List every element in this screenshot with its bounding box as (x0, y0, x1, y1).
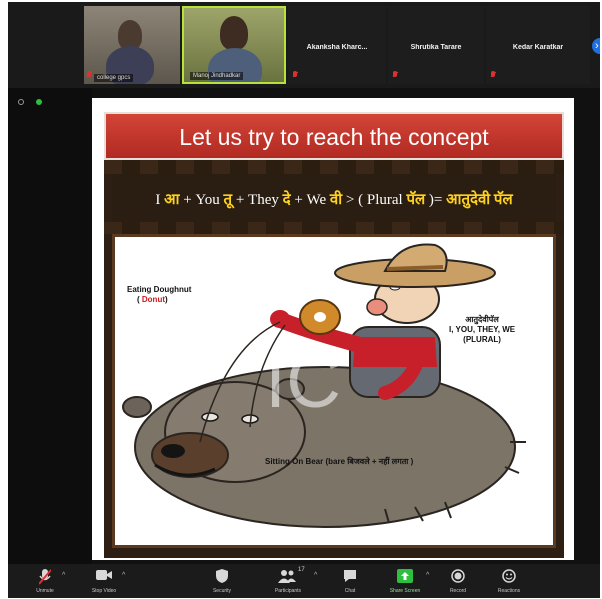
slide-title-bar: Let us try to reach the concept (104, 112, 564, 160)
video-camera-icon (96, 570, 112, 580)
participants-count: 17 (298, 567, 305, 573)
annotation-eating: Eating Doughnut ( Donut) (127, 285, 191, 305)
watermark-logo: IC (265, 339, 341, 424)
chat-bubble-icon (344, 570, 356, 582)
chat-button[interactable]: Chat (336, 564, 364, 598)
shield-icon (216, 569, 228, 583)
wood-panel (104, 160, 564, 174)
annotation-plural-line: आतुदेवीपॅल (465, 315, 499, 324)
annotation-sitting: Sitting On Bear (bare बिजवले + नहीं लगता… (265, 457, 413, 467)
participants-button[interactable]: 17 Participants (268, 564, 308, 598)
muted-mic-icon (86, 71, 92, 80)
muted-microphone-icon (39, 569, 51, 585)
participant-tile[interactable]: Shrutika Tarare (388, 6, 484, 84)
share-screen-button[interactable]: Share Screen (388, 564, 422, 598)
stop-video-button[interactable]: Stop Video (88, 564, 120, 598)
shared-screen: Let us try to reach the concept I आ + Yo… (92, 98, 574, 560)
meeting-toolbar: Unmute ^ Stop Video ^ Security 17 Partic… (8, 564, 600, 598)
cowboy-bear-drawing: IC (122, 243, 526, 528)
pronoun-formula: I आ + You तू + They दे + We वी > ( Plura… (112, 189, 556, 209)
annotation-eating-close: ) (165, 295, 168, 304)
formula-word: वी (329, 192, 343, 208)
participant-video-person (220, 16, 248, 50)
formula-part: > ( Plural (342, 192, 407, 208)
chat-label: Chat (344, 588, 356, 594)
participants-icon (278, 570, 296, 583)
slide-frame: Let us try to reach the concept I आ + Yo… (104, 112, 564, 558)
wood-panel (104, 222, 564, 234)
participant-tile[interactable]: Manoj Jindhadkar (182, 6, 286, 84)
participant-name: Kedar Karatkar (512, 44, 564, 51)
formula-part: I (155, 192, 165, 208)
annotation-eating-word: Donut (141, 295, 165, 304)
recording-indicator-icon (36, 99, 42, 105)
muted-mic-icon (292, 71, 298, 80)
participant-name-label: college gpcs (94, 74, 134, 82)
participant-name: Akanksha Kharc... (306, 44, 368, 51)
participant-tile[interactable]: college gpcs (84, 6, 180, 84)
annotation-plural-line: I, YOU, THEY, WE (449, 325, 516, 334)
status-indicator-icon (18, 99, 24, 105)
cartoon-illustration: IC Eating Doughnut ( Donut) आतुदेवीपॅल I… (112, 234, 556, 548)
record-icon (451, 569, 465, 583)
muted-mic-icon (392, 71, 398, 80)
security-button[interactable]: Security (206, 564, 238, 598)
formula-word: पॅल (406, 192, 426, 208)
muted-mic-icon (490, 71, 496, 80)
meeting-window: college gpcs Manoj Jindhadkar Akanksha K… (8, 2, 600, 598)
share-screen-icon (397, 569, 413, 583)
formula-word: तू (223, 192, 233, 208)
participants-options-chevron-icon[interactable]: ^ (314, 572, 317, 579)
stop-video-label: Stop Video (91, 588, 117, 594)
annotation-eating-line: Eating Doughnut (127, 285, 192, 294)
formula-word: दे (282, 192, 291, 208)
annotation-sitting-line: Sitting On Bear (bare बिजवले + नहीं लगता… (265, 457, 414, 466)
video-options-chevron-icon[interactable]: ^ (122, 572, 125, 579)
audio-options-chevron-icon[interactable]: ^ (62, 572, 65, 579)
share-options-chevron-icon[interactable]: ^ (426, 572, 429, 579)
annotation-plural: आतुदेवीपॅल I, YOU, THEY, WE (PLURAL) (449, 315, 515, 345)
left-side-panel (8, 88, 92, 564)
formula-part: + We (290, 192, 330, 208)
participant-name-label: Manoj Jindhadkar (190, 72, 244, 80)
formula-word: आतुदेवी पॅल (446, 192, 513, 208)
participant-tile[interactable]: Kedar Karatkar (486, 6, 590, 84)
participant-strip: college gpcs Manoj Jindhadkar Akanksha K… (8, 2, 600, 88)
record-label: Record (449, 588, 467, 594)
annotation-plural-line: (PLURAL) (463, 335, 501, 344)
formula-bar: I आ + You तू + They दे + We वी > ( Plura… (112, 174, 556, 222)
smiley-reaction-icon (502, 569, 516, 583)
security-label: Security (212, 588, 232, 594)
formula-word: आ (164, 192, 180, 208)
formula-part: + They (232, 192, 283, 208)
reactions-label: Reactions (497, 588, 521, 594)
formula-part: + You (179, 192, 224, 208)
reactions-button[interactable]: Reactions (492, 564, 526, 598)
formula-part: )= (425, 192, 447, 208)
record-button[interactable]: Record (444, 564, 472, 598)
slide-title: Let us try to reach the concept (179, 124, 489, 150)
share-screen-label: Share Screen (389, 588, 421, 594)
unmute-label: Unmute (36, 588, 54, 594)
next-participants-arrow-icon[interactable]: › (592, 38, 600, 54)
participant-tile[interactable]: Akanksha Kharc... (288, 6, 386, 84)
unmute-button[interactable]: Unmute (30, 564, 60, 598)
participant-name: Shrutika Tarare (410, 44, 462, 51)
participants-label: Participants (274, 588, 302, 594)
